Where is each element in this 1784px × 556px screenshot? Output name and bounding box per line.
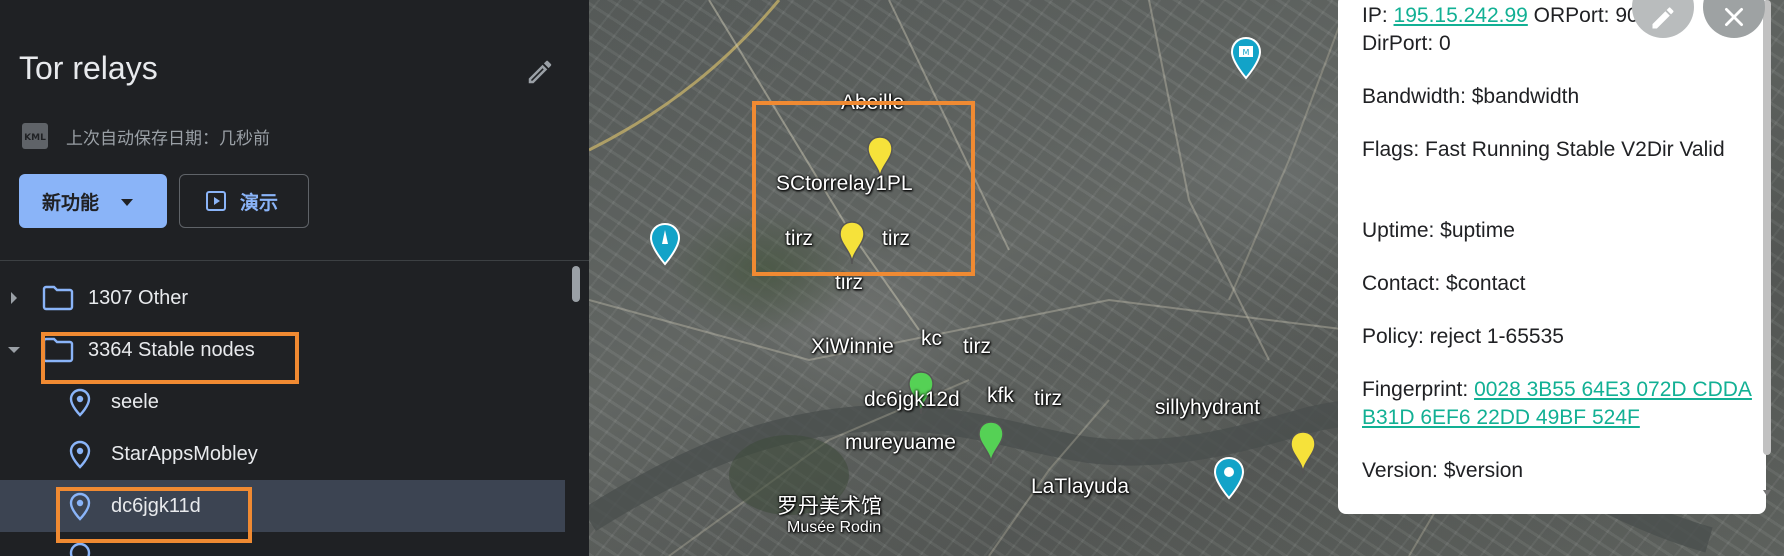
expand-arrow-icon[interactable] — [6, 272, 22, 324]
place-pin-icon — [69, 542, 91, 556]
policy-text: Policy: reject 1-65535 — [1362, 325, 1564, 348]
yellow-marker-sillyhydrant[interactable] — [1288, 430, 1318, 476]
present-button[interactable]: 演示 — [179, 174, 309, 228]
place-label: StarAppsMobley — [111, 442, 258, 465]
green-marker-kfk[interactable] — [976, 420, 1006, 466]
ip-link[interactable]: 195.15.242.99 — [1394, 4, 1528, 27]
map-label: kc — [921, 327, 942, 350]
flags-text: Flags: Fast Running Stable V2Dir Valid — [1362, 138, 1725, 161]
bandwidth-text: Bandwidth: $bandwidth — [1362, 85, 1580, 108]
svg-text:KML: KML — [24, 133, 46, 143]
folder-row-other[interactable]: 1307 Other — [0, 272, 565, 324]
autosave-status: KML 上次自动保存日期：几秒前 — [20, 122, 270, 150]
close-icon — [1725, 8, 1743, 26]
monument-poi-icon[interactable] — [649, 222, 681, 266]
present-label: 演示 — [240, 191, 279, 214]
place-pin-icon — [69, 388, 91, 417]
kml-file-icon: KML — [20, 122, 50, 150]
dirport-text: DirPort: 0 — [1362, 32, 1451, 55]
map-label: tirz — [1034, 387, 1062, 410]
pencil-icon — [528, 60, 552, 84]
camera-poi-icon[interactable] — [1213, 456, 1245, 500]
play-presentation-icon — [206, 191, 226, 211]
fingerprint-label: Fingerprint: — [1362, 378, 1469, 401]
map-title[interactable]: Tor relays — [19, 50, 158, 87]
map-label: dc6jgk12d — [864, 388, 960, 411]
museum-poi-icon[interactable]: M — [1230, 36, 1262, 80]
collapse-arrow-icon[interactable] — [6, 324, 22, 376]
map-label: LaTlayuda — [1031, 475, 1130, 498]
map-label: 罗丹美术馆 — [777, 495, 882, 518]
map-label: Musée Rodin — [787, 519, 882, 536]
place-pin-icon — [69, 440, 91, 469]
new-feature-label: 新功能 — [42, 191, 100, 214]
layer-list-scrollbar[interactable] — [572, 266, 580, 302]
divider — [0, 260, 589, 261]
edit-title-button[interactable] — [520, 52, 560, 92]
autosave-text: 上次自动保存日期：几秒前 — [66, 128, 270, 149]
highlight-box-dc6jgk11d — [56, 487, 252, 543]
info-window: IP: 195.15.242.99 ORPort: 9001 DirPort: … — [1338, 0, 1766, 514]
svg-text:M: M — [1243, 48, 1250, 57]
map-label: kfk — [987, 384, 1014, 407]
contact-text: Contact: $contact — [1362, 272, 1526, 295]
map-label: XiWinnie — [811, 335, 894, 358]
highlight-box-map-cluster — [752, 101, 975, 276]
info-scrollbar[interactable] — [1760, 0, 1774, 510]
folder-icon — [42, 285, 74, 311]
version-text: Version: $version — [1362, 459, 1524, 482]
ip-label: IP: — [1362, 4, 1388, 27]
uptime-text: Uptime: $uptime — [1362, 219, 1515, 242]
map-label: sillyhydrant — [1155, 396, 1261, 419]
folder-label: 1307 Other — [88, 286, 189, 309]
map-label: mureyuame — [845, 431, 956, 454]
map-label: tirz — [963, 335, 991, 358]
fingerprint-line: Fingerprint: 0028 3B55 64E3 072D CDDA B3… — [1362, 376, 1752, 432]
new-feature-button[interactable]: 新功能 — [19, 174, 167, 228]
pencil-icon — [1652, 7, 1674, 29]
layer-sidebar: Tor relays KML 上次自动保存日期：几秒前 新功能 演示 1307 … — [0, 0, 589, 556]
place-label: seele — [111, 390, 159, 413]
place-row-starappsmobley[interactable]: StarAppsMobley — [0, 428, 565, 480]
dropdown-caret-icon — [121, 198, 134, 206]
highlight-box-stable-nodes — [41, 332, 299, 384]
